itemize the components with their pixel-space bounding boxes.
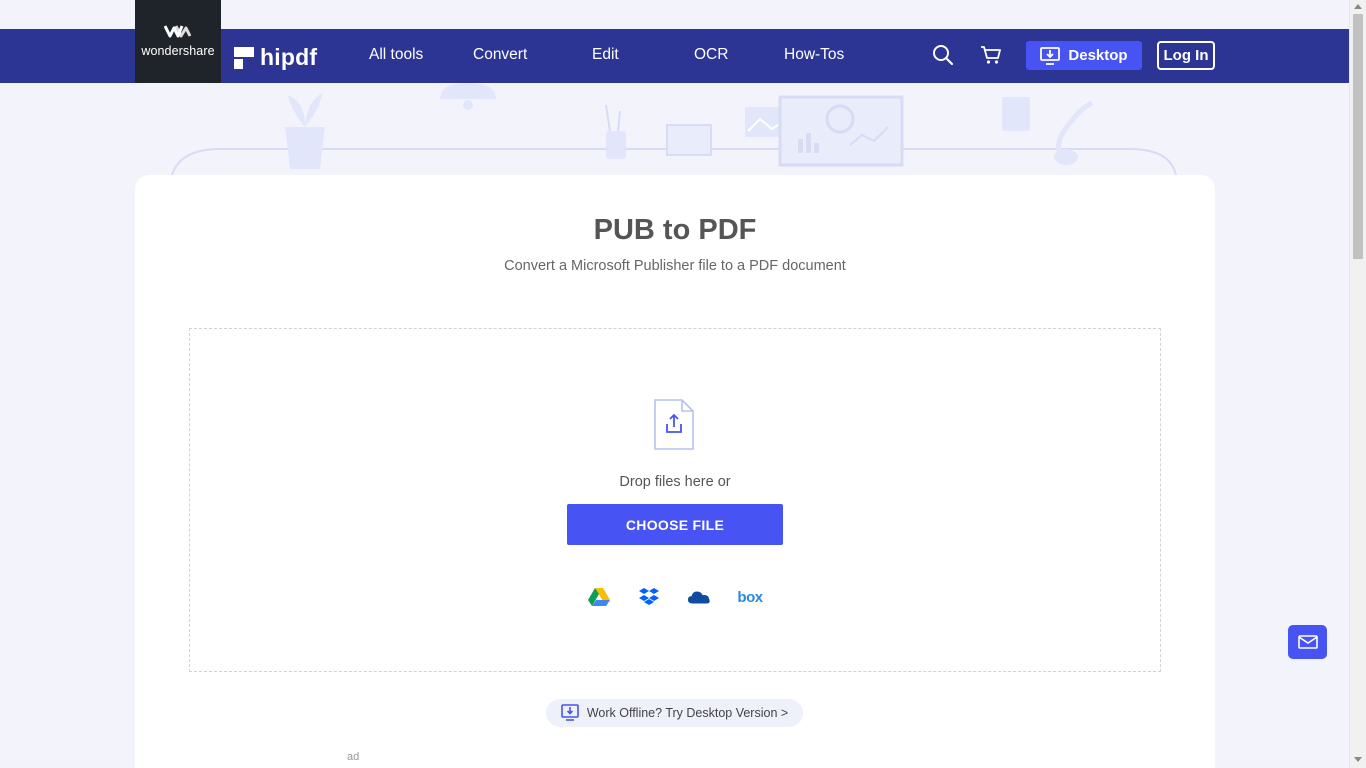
file-dropzone[interactable] bbox=[189, 328, 1161, 672]
box-icon: box bbox=[737, 588, 763, 606]
hipdf-mark-icon bbox=[234, 46, 254, 69]
nav-ocr[interactable]: OCR bbox=[694, 46, 728, 64]
desktop-icon bbox=[561, 704, 579, 721]
scroll-down-icon[interactable] bbox=[1354, 757, 1362, 762]
page-scrollbar[interactable] bbox=[1349, 0, 1366, 768]
choose-file-button[interactable]: CHOOSE FILE bbox=[567, 504, 783, 545]
dropbox-icon bbox=[639, 588, 659, 605]
page-subtitle: Convert a Microsoft Publisher file to a … bbox=[504, 258, 846, 274]
wondershare-label: wondershare bbox=[141, 44, 215, 58]
hipdf-label: hipdf bbox=[260, 44, 318, 70]
drop-files-text: Drop files here or bbox=[619, 474, 731, 490]
search-button[interactable] bbox=[930, 42, 956, 68]
scroll-up-icon[interactable] bbox=[1354, 4, 1362, 9]
mail-icon bbox=[1297, 635, 1318, 649]
nav-edit[interactable]: Edit bbox=[592, 46, 619, 64]
search-icon bbox=[933, 45, 954, 66]
box-button[interactable]: box bbox=[737, 585, 763, 609]
nav-convert[interactable]: Convert bbox=[473, 46, 527, 64]
dropbox-button[interactable] bbox=[637, 585, 661, 609]
hipdf-logo[interactable]: hipdf bbox=[234, 44, 317, 71]
desktop-label: Desktop bbox=[1068, 47, 1128, 64]
ad-label: ad bbox=[347, 751, 360, 763]
onedrive-button[interactable] bbox=[687, 585, 711, 609]
cart-button[interactable] bbox=[978, 42, 1004, 68]
desktop-download-button[interactable]: Desktop bbox=[1026, 41, 1142, 70]
upload-file-icon bbox=[654, 399, 694, 450]
cart-icon bbox=[981, 46, 1001, 64]
scroll-thumb[interactable] bbox=[1353, 14, 1363, 259]
header-illustration bbox=[171, 83, 1177, 176]
login-button[interactable]: Log In bbox=[1157, 41, 1215, 70]
page-title: PUB to PDF bbox=[593, 214, 757, 246]
work-offline-link[interactable]: Work Offline? Try Desktop Version > bbox=[546, 699, 803, 727]
wondershare-brand[interactable]: wondershare bbox=[135, 0, 221, 83]
feedback-mail-button[interactable] bbox=[1288, 625, 1327, 659]
nav-all-tools[interactable]: All tools bbox=[369, 46, 423, 64]
wondershare-logo-icon bbox=[164, 25, 192, 38]
work-offline-label: Work Offline? Try Desktop Version > bbox=[586, 706, 789, 720]
onedrive-icon bbox=[687, 591, 710, 604]
nav-how-tos[interactable]: How-Tos bbox=[784, 46, 844, 64]
google-drive-icon bbox=[588, 588, 610, 606]
download-desktop-icon bbox=[1040, 46, 1061, 65]
google-drive-button[interactable] bbox=[587, 585, 611, 609]
